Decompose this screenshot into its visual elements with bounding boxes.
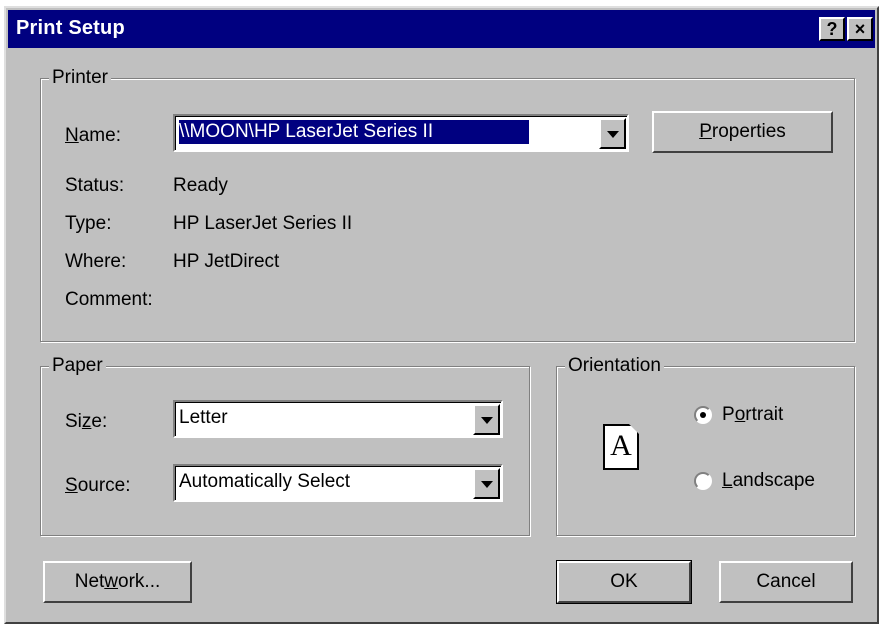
chevron-down-icon[interactable] xyxy=(473,468,500,499)
help-button[interactable]: ? xyxy=(819,17,845,41)
source-label: Source: xyxy=(65,475,131,496)
orientation-group: Orientation xyxy=(556,354,855,536)
type-label: Type: xyxy=(65,213,112,234)
where-value: HP JetDirect xyxy=(173,251,280,272)
chevron-down-icon[interactable] xyxy=(473,404,500,435)
name-label: Name: xyxy=(65,125,121,146)
printer-name-value: \\MOON\HP LaserJet Series II xyxy=(179,120,530,144)
status-value: Ready xyxy=(173,175,228,196)
paper-group: Paper xyxy=(40,354,530,536)
portrait-label[interactable]: Portrait xyxy=(722,403,783,427)
network-button[interactable]: Network... xyxy=(43,561,192,603)
paper-group-label: Paper xyxy=(49,354,106,378)
title-bar[interactable]: Print Setup ? × xyxy=(8,10,875,48)
printer-name-dropdown[interactable]: \\MOON\HP LaserJet Series II xyxy=(173,114,629,152)
cancel-button[interactable]: Cancel xyxy=(719,561,853,603)
properties-button[interactable]: Properties xyxy=(652,111,833,153)
printer-group-label: Printer xyxy=(49,66,111,90)
landscape-radio[interactable] xyxy=(694,472,712,490)
size-label: Size: xyxy=(65,411,108,432)
ok-button[interactable]: OK xyxy=(556,560,692,604)
paper-source-dropdown[interactable]: Automatically Select xyxy=(173,464,503,502)
landscape-label[interactable]: Landscape xyxy=(722,469,815,493)
portrait-page-icon: A xyxy=(603,424,639,470)
comment-label: Comment: xyxy=(65,289,153,310)
status-label: Status: xyxy=(65,175,125,196)
paper-size-value: Letter xyxy=(179,407,228,428)
where-label: Where: xyxy=(65,251,127,272)
paper-size-dropdown[interactable]: Letter xyxy=(173,400,503,438)
paper-source-value: Automatically Select xyxy=(179,471,351,492)
type-value: HP LaserJet Series II xyxy=(173,213,353,234)
close-button[interactable]: × xyxy=(847,17,873,41)
portrait-radio[interactable] xyxy=(694,406,712,424)
orientation-group-label: Orientation xyxy=(565,354,664,378)
chevron-down-icon[interactable] xyxy=(599,118,626,149)
dialog-title: Print Setup xyxy=(16,17,125,39)
print-setup-dialog: Print Setup ? × Printer Name: \\MOON\HP … xyxy=(4,6,879,624)
